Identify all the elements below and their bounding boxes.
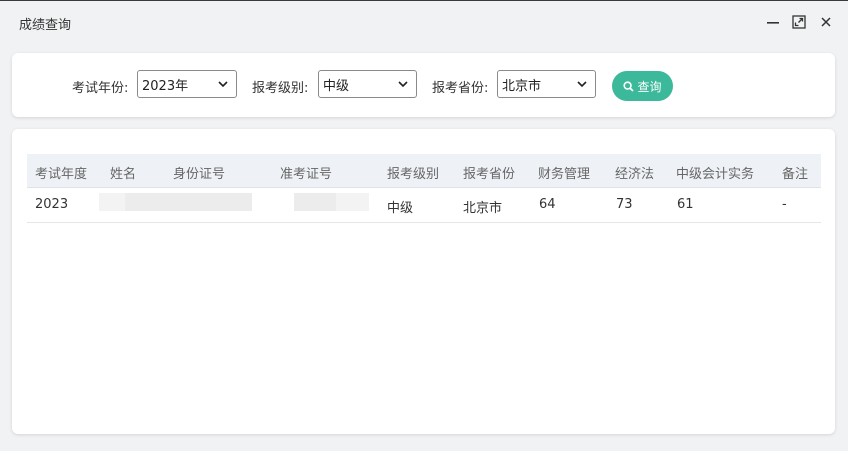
column-header: 姓名 <box>110 167 137 182</box>
cell-remark: - <box>782 197 787 212</box>
cell-finance-score: 64 <box>539 197 556 212</box>
cell-economic-law-score: 73 <box>616 197 633 212</box>
close-icon[interactable] <box>817 13 835 31</box>
redacted-name <box>99 193 125 211</box>
table-header: 考试年度 姓名 身份证号 准考证号 报考级别 报考省份 财务管理 经济法 中级会… <box>27 154 821 188</box>
cell-year: 2023 <box>35 197 69 212</box>
cell-province: 北京市 <box>463 201 503 216</box>
province-label: 报考省份: <box>432 81 489 96</box>
column-header: 财务管理 <box>538 167 591 182</box>
window-title: 成绩查询 <box>19 18 72 33</box>
search-icon <box>623 80 635 92</box>
level-select-value: 中级 <box>323 78 350 94</box>
column-header: 中级会计实务 <box>676 167 755 182</box>
results-panel: 考试年度 姓名 身份证号 准考证号 报考级别 报考省份 财务管理 经济法 中级会… <box>12 129 835 434</box>
query-button-label: 查询 <box>637 79 662 94</box>
year-select-value: 2023年 <box>142 78 189 94</box>
province-select-value: 北京市 <box>502 78 542 94</box>
column-header: 经济法 <box>615 167 655 182</box>
column-header: 报考省份 <box>463 167 516 182</box>
year-label: 考试年份: <box>72 81 129 96</box>
cell-level: 中级 <box>387 201 414 216</box>
minimize-icon[interactable] <box>764 13 782 31</box>
title-bar: 成绩查询 <box>0 1 848 45</box>
chevron-down-icon <box>396 77 410 91</box>
column-header: 报考级别 <box>387 167 440 182</box>
query-button[interactable]: 查询 <box>612 71 673 101</box>
column-header: 准考证号 <box>280 167 333 182</box>
filter-panel: 考试年份: 2023年 报考级别: 中级 报考省份: 北京市 查询 <box>12 53 835 117</box>
redacted-ticket-number-inner <box>294 193 336 211</box>
column-header: 身份证号 <box>173 167 226 182</box>
year-select[interactable]: 2023年 <box>137 70 237 98</box>
level-select[interactable]: 中级 <box>318 70 417 98</box>
maximize-icon[interactable] <box>790 13 808 31</box>
redacted-id-number <box>125 193 252 211</box>
column-header: 考试年度 <box>35 167 88 182</box>
column-header: 备注 <box>782 167 809 182</box>
chevron-down-icon <box>575 77 589 91</box>
table-row[interactable]: 2023 中级 北京市 64 73 61 - <box>27 188 821 223</box>
cell-accounting-score: 61 <box>677 197 694 212</box>
level-label: 报考级别: <box>252 81 309 96</box>
chevron-down-icon <box>216 77 230 91</box>
province-select[interactable]: 北京市 <box>497 70 596 98</box>
